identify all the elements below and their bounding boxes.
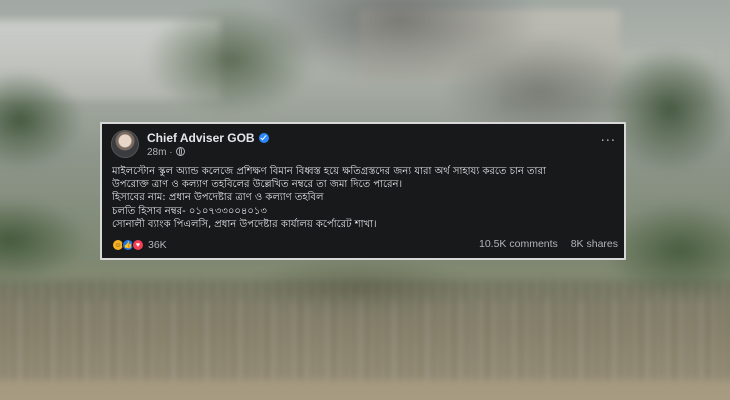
comments-count-link[interactable]: 10.5K comments	[479, 238, 558, 250]
reaction-count: 36K	[148, 239, 167, 251]
globe-icon	[175, 147, 185, 156]
reactions-summary[interactable]: ☺ 👍 ♥ 36K	[112, 238, 167, 252]
post-text: মাইলস্টোন স্কুল অ্যান্ড কলেজে প্রশিক্ষণ …	[112, 165, 614, 231]
post-meta: 28m ·	[147, 147, 185, 158]
more-options-icon[interactable]: ···	[601, 134, 616, 149]
post-text-line: চলতি হিসাব নম্বর- ০১০৭৩৩০০৪০১৩	[112, 205, 267, 217]
love-icon: ♥	[132, 239, 144, 251]
post-text-line: উপরোক্ত ত্রাণ ও কল্যাণ তহবিলের উল্লেখিত …	[112, 179, 403, 191]
post-text-line: মাইলস্টোন স্কুল অ্যান্ড কলেজে প্রশিক্ষণ …	[112, 166, 546, 177]
facebook-post-card: Chief Adviser GOB 28m · ··· মাইলস্টোন স্…	[100, 122, 626, 260]
post-time[interactable]: 28m	[147, 147, 166, 158]
author-name[interactable]: Chief Adviser GOB	[147, 131, 255, 145]
author-avatar[interactable]	[111, 130, 139, 158]
shares-count-link[interactable]: 8K shares	[571, 238, 618, 250]
post-header: Chief Adviser GOB 28m · ···	[111, 128, 616, 162]
verified-badge-icon	[258, 133, 269, 143]
author-name-row: Chief Adviser GOB	[147, 131, 269, 145]
engagement-stats: 10.5K comments 8K shares	[469, 238, 618, 250]
post-text-line: সোনালী ব্যাংক পিএলসি, প্রধান উপদেষ্টার ক…	[112, 218, 377, 230]
post-footer: ☺ 👍 ♥ 36K 10.5K comments 8K shares	[112, 238, 618, 252]
post-text-line: হিসাবের নাম: প্রধান উপদেষ্টার ত্রাণ ও কল…	[112, 192, 324, 204]
